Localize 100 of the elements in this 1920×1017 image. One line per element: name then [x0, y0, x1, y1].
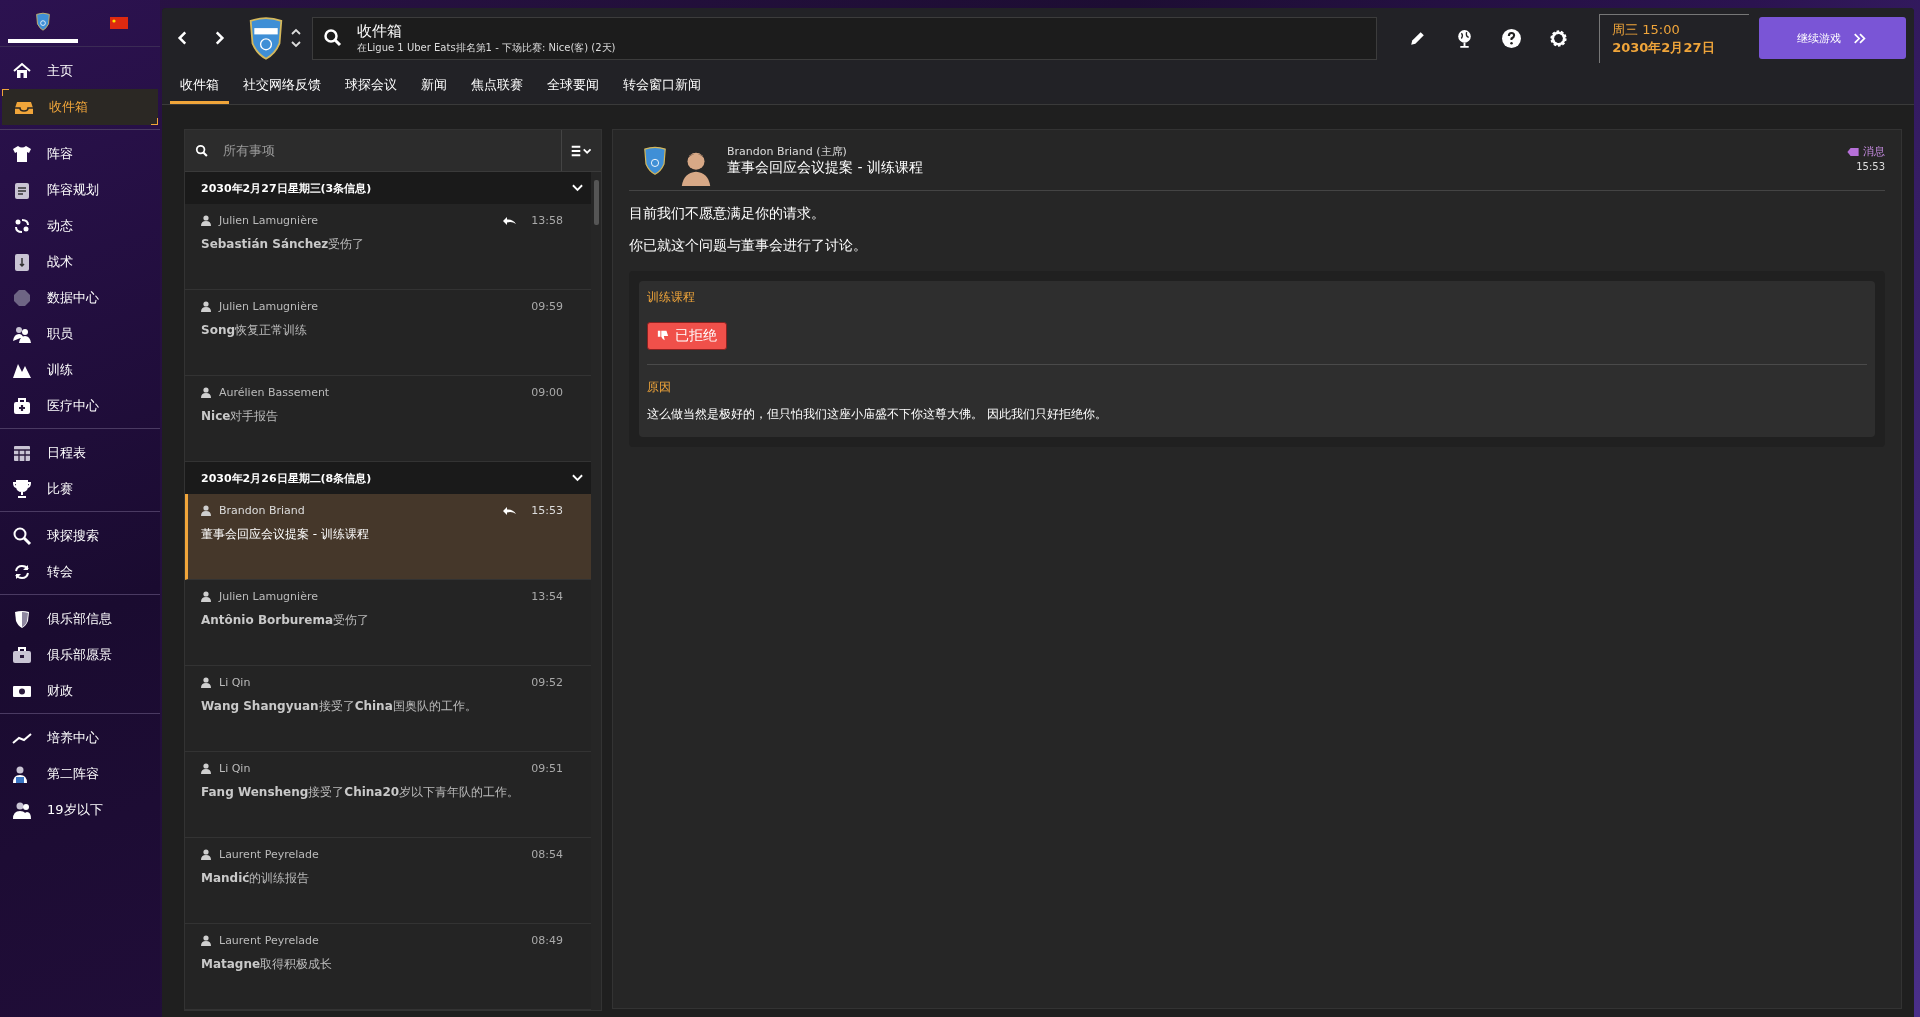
sidebar-item[interactable]: 数据中心 [0, 280, 160, 316]
person-icon [201, 215, 211, 226]
tab[interactable]: 收件箱 [170, 68, 229, 104]
sidebar-item[interactable]: 球探搜索 [0, 518, 160, 554]
message-subject: Wang Shangyuan接受了China国奥队的工作。 [201, 698, 478, 715]
message-time: 08:49 [531, 934, 563, 947]
sender-name: Julien Lamugnière [219, 214, 319, 227]
sidebar-item[interactable]: 俱乐部信息 [0, 601, 160, 637]
sidebar-item[interactable]: 阵容规划 [0, 172, 160, 208]
clipboard-icon [12, 180, 32, 200]
message-item[interactable]: Brandon Briand 15:53 董事会回应会议提案 - 训练课程 [185, 494, 591, 580]
home-icon [12, 61, 32, 81]
double-chevron-icon [1853, 32, 1868, 44]
continue-button[interactable]: 继续游戏 [1758, 17, 1906, 59]
status-badge: 已拒绝 [647, 322, 727, 350]
tab[interactable]: 社交网络反馈 [233, 68, 331, 104]
sender-name: Aurélien Bassement [219, 386, 331, 399]
sidebar-item[interactable]: 阵容 [0, 136, 160, 172]
club-crest-icon[interactable] [35, 11, 51, 31]
sidebar-item[interactable]: 日程表 [0, 435, 160, 471]
person-icon [201, 935, 211, 946]
date-group-header[interactable]: 2030年2月26日星期二(8条信息) [185, 462, 591, 494]
search-icon [12, 526, 32, 546]
tab[interactable]: 球探会议 [335, 68, 407, 104]
sidebar-item[interactable]: 转会 [0, 554, 160, 590]
person-icon [201, 849, 211, 860]
sender-name: Brandon Briand (主席) [727, 143, 848, 159]
person-icon [201, 763, 211, 774]
sender-name: Julien Lamugnière [219, 300, 319, 313]
message-time: 09:59 [531, 300, 563, 313]
sidebar-item[interactable]: 19岁以下 [0, 792, 160, 828]
search-field[interactable]: 所有事项 [221, 134, 561, 167]
date-group-header[interactable]: 2030年2月27日星期三(3条信息) [185, 172, 591, 204]
sidebar-item[interactable]: 主页 [0, 53, 160, 89]
sidebar-item[interactable]: 收件箱 [2, 89, 158, 125]
message-subject: Antônio Borburema受伤了 [201, 612, 370, 629]
club-crest-icon[interactable] [248, 16, 284, 60]
search-icon [323, 28, 343, 48]
reason-text: 这么做当然是极好的，但只怕我们这座小庙盛不下你这尊大佛。 因此我们只好拒绝你。 [647, 406, 1108, 423]
chevron-icon [572, 474, 583, 482]
chevron-icon [572, 184, 583, 192]
trophy-icon [12, 479, 32, 499]
tab[interactable]: 全球要闻 [537, 68, 609, 104]
search-field[interactable]: 所有事项 [185, 130, 561, 171]
message-subject: Matagne取得积极成长 [201, 956, 334, 973]
refresh-arrows-icon [12, 562, 32, 582]
medical-kit-icon [12, 396, 32, 416]
message-time: 08:54 [531, 848, 563, 861]
club-status-text: 在Ligue 1 Uber Eats排名第1 - 下场比赛: Nice(客) (2天) [357, 40, 616, 55]
person-icon [201, 505, 211, 516]
sidebar-item[interactable]: 财政 [0, 673, 160, 709]
octagon-icon [12, 288, 32, 308]
message-subject: Sebastián Sánchez受伤了 [201, 236, 366, 253]
message-time: 15:53 [531, 504, 563, 517]
thumbs-down-icon [657, 330, 669, 342]
sidebar-item[interactable]: 第二阵容 [0, 756, 160, 792]
person-icon [201, 387, 211, 398]
scrollbar[interactable] [594, 180, 599, 225]
tab[interactable]: 新闻 [411, 68, 457, 104]
message-subject: 董事会回应会议提案 - 训练课程 [201, 526, 370, 543]
sender-name: Laurent Peyrelade [219, 848, 320, 861]
message-subject: 董事会回应会议提案 - 训练课程 [727, 158, 924, 177]
page-title: 收件箱 [357, 21, 403, 41]
people-arrows-icon [12, 216, 32, 236]
club-crest-icon [643, 145, 667, 175]
filter-menu-button[interactable] [561, 130, 601, 171]
sidebar-item[interactable]: 战术 [0, 244, 160, 280]
tab[interactable]: 转会窗口新闻 [613, 68, 711, 104]
shield-icon [12, 609, 32, 629]
sidebar-item[interactable]: 动态 [0, 208, 160, 244]
message-paragraph: 你已就这个问题与董事会进行了讨论。 [629, 237, 868, 255]
sidebar-item[interactable]: 比赛 [0, 471, 160, 507]
sender-name: Julien Lamugnière [219, 590, 319, 603]
search-icon [195, 143, 209, 158]
reason-label: 原因 [647, 379, 672, 396]
up-down-arrows-icon[interactable] [290, 26, 302, 50]
message-time: 09:52 [531, 676, 563, 689]
message-subject: Fang Wensheng接受了China20岁以下青年队的工作。 [201, 784, 521, 801]
sidebar-item[interactable]: 职员 [0, 316, 160, 352]
calendar-icon [12, 443, 32, 463]
shirt-icon [12, 144, 32, 164]
date-display[interactable]: 周三 15:00 2030年2月27日 [1599, 13, 1749, 63]
sidebar-item[interactable]: 医疗中心 [0, 388, 160, 424]
message-time: 09:51 [531, 762, 563, 775]
tab[interactable]: 焦点联赛 [461, 68, 533, 104]
message-time: 15:53 [1856, 161, 1885, 172]
sender-name: Brandon Briand [219, 504, 306, 517]
message-time: 13:58 [531, 214, 563, 227]
message-paragraph: 目前我们不愿意满足你的请求。 [629, 205, 826, 223]
sidebar-item[interactable]: 训练 [0, 352, 160, 388]
sender-name: Laurent Peyrelade [219, 934, 320, 947]
sidebar-item[interactable]: 俱乐部愿景 [0, 637, 160, 673]
help-icon[interactable] [1501, 27, 1523, 49]
settings-icon[interactable] [1548, 27, 1570, 49]
sidebar-item[interactable]: 培养中心 [0, 720, 160, 756]
youth-team-icon [12, 800, 32, 820]
search-title-field[interactable]: 收件箱 在Ligue 1 Uber Eats排名第1 - 下场比赛: Nice(客) (2天) [312, 16, 1378, 60]
message-subject: Nice对手报告 [201, 408, 280, 425]
message-tag: 消息 [1847, 144, 1885, 159]
list-menu-icon [569, 144, 594, 157]
